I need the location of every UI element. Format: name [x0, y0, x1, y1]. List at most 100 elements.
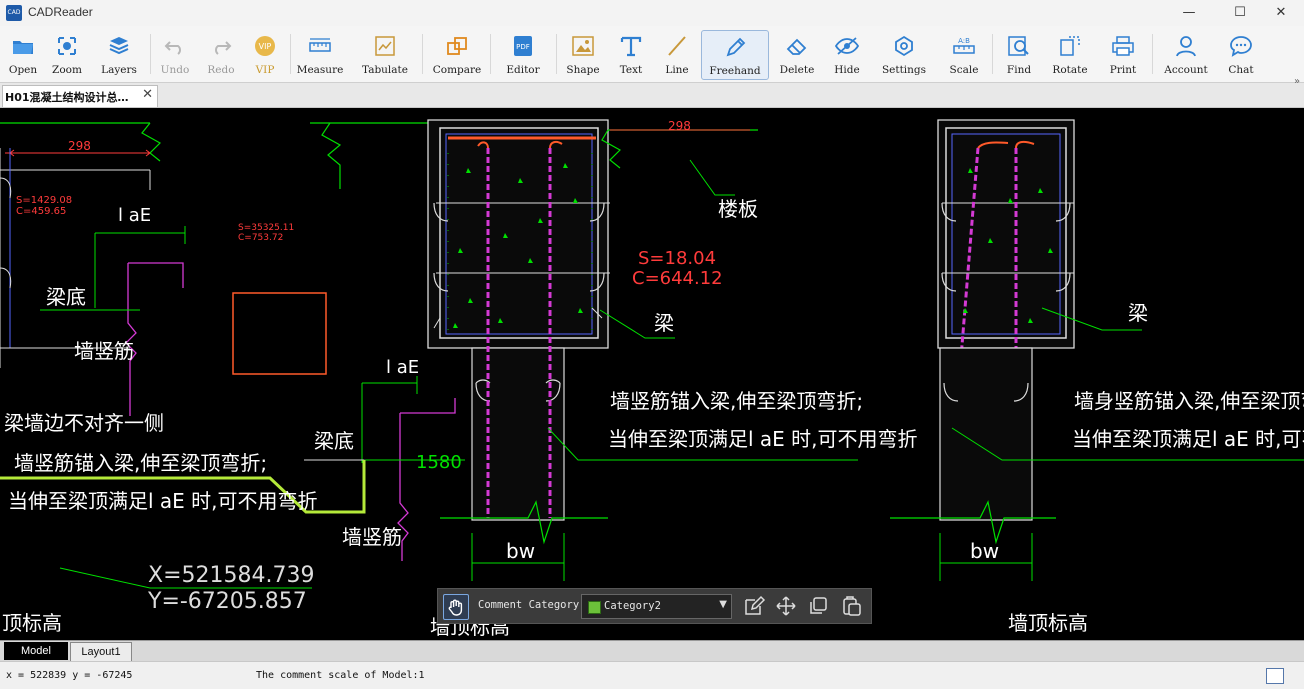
perimeter-c1: C=459.65	[16, 206, 66, 217]
area-s1: S=1429.08	[16, 195, 72, 206]
find-icon	[1008, 36, 1029, 56]
rotate-button[interactable]: Rotate	[1048, 30, 1092, 80]
dim-298-center: 298	[668, 119, 691, 133]
comment-category-select[interactable]: Category2 ▼	[581, 594, 732, 619]
dim-1580: 1580	[416, 452, 462, 473]
folder-icon	[13, 41, 33, 54]
cad-drawing: 298 S=1429.08 C=459.65 l aE 梁底 墙竖筋 S=353…	[0, 119, 1304, 639]
category-select-value: Category2	[604, 600, 661, 612]
paste-icon	[843, 596, 861, 616]
settings-button[interactable]: Settings	[876, 30, 932, 80]
svg-text:VIP: VIP	[259, 42, 272, 51]
title-bar: CAD CADReader — ☐ ✕	[0, 0, 1304, 26]
pen-icon	[726, 37, 746, 57]
layers-icon	[109, 37, 129, 55]
editor-button[interactable]: PDF Editor	[500, 30, 546, 80]
drawing-canvas[interactable]: 298 S=1429.08 C=459.65 l aE 梁底 墙竖筋 S=353…	[0, 108, 1304, 640]
document-tab[interactable]: H01混凝土结构设计总… ✕	[2, 85, 158, 107]
right-section: 梁 墙身竖筋锚入梁,伸至梁顶弯折; 当伸至梁顶满足l aE 时,可不用弯折 bw…	[890, 119, 1304, 635]
tab-model[interactable]: Model	[4, 642, 68, 660]
close-tab-icon[interactable]: ✕	[142, 87, 153, 102]
area-s2: S=35325.11	[238, 223, 294, 233]
maximize-button[interactable]: ☐	[1217, 0, 1263, 26]
settings-icon	[895, 35, 913, 57]
close-window-button[interactable]: ✕	[1258, 0, 1304, 26]
delete-button[interactable]: Delete	[776, 30, 818, 80]
vip-button[interactable]: VIP VIP	[246, 30, 284, 80]
lae-label-mid: l aE	[386, 357, 419, 378]
perimeter-c2: C=753.72	[238, 233, 283, 243]
redo-button[interactable]: Redo	[202, 30, 240, 80]
layers-button[interactable]: Layers	[96, 30, 142, 80]
beam-bottom-label-left: 梁底	[46, 285, 86, 309]
beam-label-center: 梁	[654, 311, 674, 335]
bw-label-right: bw	[970, 539, 999, 563]
copy-comment-button[interactable]	[806, 594, 830, 618]
panel-toggle-button[interactable]	[1266, 668, 1284, 684]
app-title: CADReader	[28, 5, 93, 19]
find-button[interactable]: Find	[1000, 30, 1038, 80]
minimize-button[interactable]: —	[1166, 0, 1212, 26]
compare-icon	[447, 37, 467, 55]
tab-layout1[interactable]: Layout1	[70, 642, 132, 662]
printer-icon	[1112, 36, 1134, 56]
svg-text:PDF: PDF	[516, 43, 530, 51]
scale-icon: A:B	[953, 37, 975, 54]
hand-icon	[448, 599, 463, 616]
toolbar-separator	[290, 34, 291, 74]
zoom-button[interactable]: Zoom	[48, 30, 86, 80]
chat-button[interactable]: Chat	[1222, 30, 1260, 80]
edit-comment-button[interactable]	[742, 594, 766, 618]
toolbar-separator	[992, 34, 993, 74]
toolbar-separator	[490, 34, 491, 74]
annotation-rectangle	[232, 292, 327, 375]
left-detail: 298 S=1429.08 C=459.65 l aE 梁底 墙竖筋 S=353…	[0, 122, 327, 416]
tabulate-button[interactable]: Tabulate	[358, 30, 412, 80]
paste-comment-button[interactable]	[840, 594, 864, 618]
shape-button[interactable]: Shape	[562, 30, 604, 80]
freehand-button[interactable]: Freehand	[701, 30, 769, 80]
redo-icon	[215, 41, 232, 55]
toolbar-separator	[422, 34, 423, 74]
center-section: 298 楼板 S=18.04 C=644.12 梁 墙竖筋锚入梁,伸至梁顶弯折;…	[427, 119, 918, 639]
status-bar: x = 522839 y = -67245 The comment scale …	[0, 661, 1304, 689]
svg-text:A:B: A:B	[958, 37, 970, 45]
zoom-icon	[58, 37, 76, 55]
note-b1: 墙身竖筋锚入梁,伸至梁顶弯折;	[1074, 389, 1304, 413]
scale-button[interactable]: A:B Scale	[944, 30, 984, 80]
undo-button[interactable]: Undo	[156, 30, 194, 80]
eraser-icon	[786, 38, 807, 55]
user-icon	[1176, 36, 1196, 57]
chevron-down-icon: ▼	[719, 599, 727, 610]
hide-button[interactable]: Hide	[828, 30, 866, 80]
wall-top-elevation-label-right: 墙顶标高	[1008, 611, 1088, 635]
comment-scale-message: The comment scale of Model:1	[256, 670, 425, 681]
toolbar-separator	[1152, 34, 1153, 74]
compare-button[interactable]: Compare	[432, 30, 482, 80]
area-s3: S=18.04	[638, 248, 716, 269]
edit-icon	[745, 595, 766, 615]
toolbar-separator	[556, 34, 557, 74]
main-toolbar: Open Zoom Layers Undo Redo VIP VIP Measu…	[0, 26, 1304, 87]
undo-icon	[164, 41, 181, 55]
move-comment-button[interactable]	[774, 594, 798, 618]
layout-tab-bar: Model Layout1	[0, 640, 1304, 662]
text-icon	[620, 36, 642, 57]
perimeter-c3: C=644.12	[632, 268, 723, 289]
open-button[interactable]: Open	[4, 30, 42, 80]
measure-button[interactable]: Measure	[296, 30, 344, 80]
line-button[interactable]: Line	[658, 30, 696, 80]
ruler-icon	[309, 38, 331, 52]
shape-icon	[572, 36, 594, 56]
print-button[interactable]: Print	[1104, 30, 1142, 80]
line-icon	[668, 36, 686, 56]
pan-hand-button[interactable]	[443, 594, 469, 620]
top-elevation-label: 顶标高	[2, 611, 62, 635]
pdf-editor-icon: PDF	[514, 36, 532, 56]
cursor-coordinates: x = 522839 y = -67245	[6, 670, 133, 681]
account-button[interactable]: Account	[1160, 30, 1212, 80]
note-c1: 墙竖筋锚入梁,伸至梁顶弯折;	[14, 451, 267, 475]
text-button[interactable]: Text	[612, 30, 650, 80]
app-logo: CAD	[6, 5, 22, 21]
note-c2: 当伸至梁顶满足l aE 时,可不用弯折	[8, 489, 318, 513]
